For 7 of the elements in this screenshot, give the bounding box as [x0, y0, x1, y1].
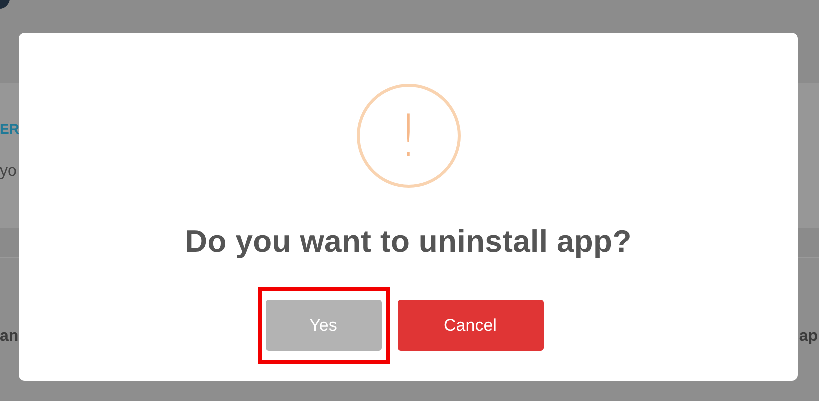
warning-icon: !: [356, 84, 460, 188]
cancel-button[interactable]: Cancel: [398, 300, 544, 351]
card-text: yo: [0, 163, 17, 181]
list-text: an: [0, 328, 19, 346]
dialog-message: Do you want to uninstall app?: [185, 223, 632, 261]
card-heading: ER: [0, 121, 20, 137]
list-text: ap: [799, 328, 818, 346]
